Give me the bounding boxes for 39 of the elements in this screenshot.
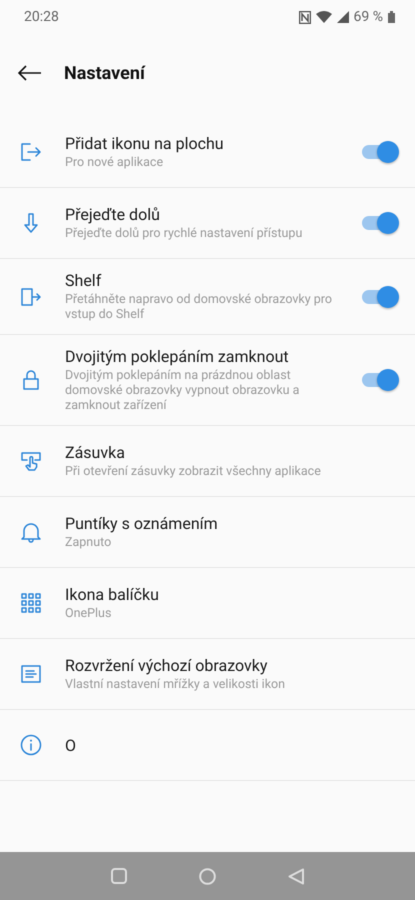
item-title: Ikona balíčku <box>65 585 160 604</box>
status-time: 20:28 <box>24 9 59 25</box>
item-title: Zásuvka <box>65 443 126 462</box>
settings-item[interactable]: Přejeďte dolů Přejeďte dolů pro rychlé nastavení přístupu <box>0 188 415 259</box>
item-subtitle: Dvojitým poklepáním na prázdnou oblast domovské obrazovky vypnout obrazovku a zamknout zařízení <box>65 368 300 413</box>
item-subtitle: Přejeďte dolů pro rychlé nastavení přístupu <box>65 226 304 241</box>
item-title: Přidat ikonu na plochu <box>65 134 225 153</box>
item-title: O <box>65 736 78 754</box>
settings-item[interactable]: Dvojitým poklepáním zamknout Dvojitým poklepáním na prázdnou oblast domovské obrazovky vypnout obrazovku a zamknout zařízení <box>0 335 415 426</box>
recents-button[interactable] <box>111 868 127 884</box>
settings-item[interactable]: Puntíky s oznámením Zapnuto <box>0 497 415 568</box>
item-subtitle: Při otevření zásuvky zobrazit všechny aplikace <box>65 464 322 479</box>
back-button[interactable] <box>288 868 304 884</box>
item-subtitle: Zapnuto <box>65 535 112 550</box>
item-title: Dvojitým poklepáním zamknout <box>65 347 290 366</box>
item-title: Shelf <box>65 271 102 290</box>
signal-icon <box>336 11 349 23</box>
grid-icon <box>19 591 43 615</box>
settings-item[interactable]: Zásuvka Při otevření zásuvky zobrazit všechny aplikace <box>0 426 415 497</box>
battery-icon <box>388 11 395 23</box>
info-icon <box>19 733 43 757</box>
item-title: Přejeďte dolů <box>65 205 161 224</box>
battery-percent: 69 % <box>354 9 383 25</box>
home-button[interactable] <box>199 868 216 884</box>
item-subtitle: Přetáhněte napravo od domovské obrazovky pro vstup do Shelf <box>65 292 334 322</box>
back-arrow-icon[interactable] <box>18 65 42 81</box>
settings-item[interactable]: Ikona balíčku OnePlus <box>0 568 415 639</box>
screen-title: Nastavení <box>64 62 145 84</box>
wifi-icon <box>316 11 332 23</box>
settings-item[interactable]: O <box>0 710 415 781</box>
item-subtitle: OnePlus <box>65 606 112 621</box>
item-title: Rozvržení výchozí obrazovky <box>65 656 268 675</box>
nfc-icon <box>298 10 311 24</box>
settings-item[interactable]: Rozvržení výchozí obrazovky Vlastní nastavení mřížky a velikosti ikon <box>0 639 415 710</box>
settings-item[interactable]: Přidat ikonu na plochu Pro nové aplikace <box>0 117 415 188</box>
item-title: Puntíky s oznámením <box>65 514 219 533</box>
item-subtitle: Vlastní nastavení mřížky a velikosti ikon <box>65 677 286 692</box>
settings-item[interactable]: Shelf Přetáhněte napravo od domovské obrazovky pro vstup do Shelf <box>0 259 415 335</box>
item-subtitle: Pro nové aplikace <box>65 155 164 170</box>
